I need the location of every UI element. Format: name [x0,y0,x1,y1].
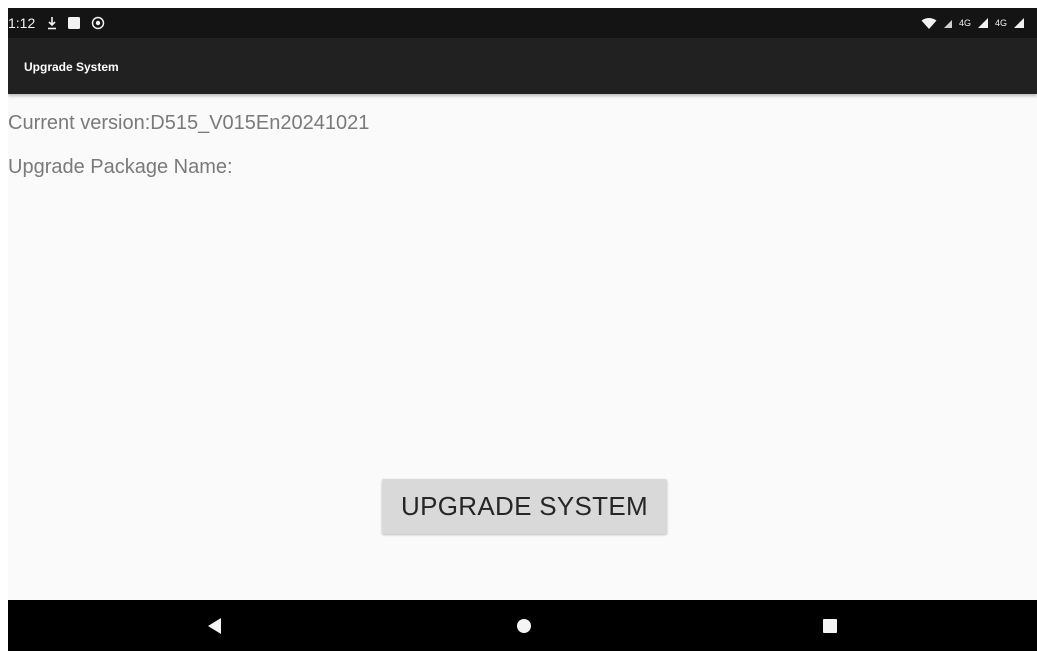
package-name-text: Upgrade Package Name: [8,156,233,178]
download-icon [47,16,57,30]
signal-icon [1013,17,1025,29]
home-button[interactable] [489,600,559,651]
action-bar: Upgrade System [8,38,1037,94]
status-time: 1:12 [8,15,36,31]
signal-icon [943,17,953,29]
signal-icon [977,17,989,29]
recents-button[interactable] [795,600,865,651]
back-icon [207,617,221,634]
status-bar: 1:12 4G 4G [8,8,1037,38]
navigation-bar [8,600,1037,651]
status-right: 4G 4G [921,8,1025,38]
recents-icon [823,618,837,633]
home-icon [517,618,531,633]
network-type-2: 4G [994,18,1007,28]
current-version-text: Current version:D515_V015En20241021 [8,112,370,134]
upgrade-system-button[interactable]: UPGRADE SYSTEM [382,479,667,534]
sync-icon [91,16,105,30]
page-title: Upgrade System [24,60,119,74]
square-notification-icon [67,16,81,30]
back-button[interactable] [179,600,249,651]
device-screen: 1:12 4G 4G Upgrade System Current versio… [8,8,1037,651]
status-left: 1:12 [8,8,105,38]
wifi-icon [921,17,937,30]
network-type-1: 4G [958,18,971,28]
